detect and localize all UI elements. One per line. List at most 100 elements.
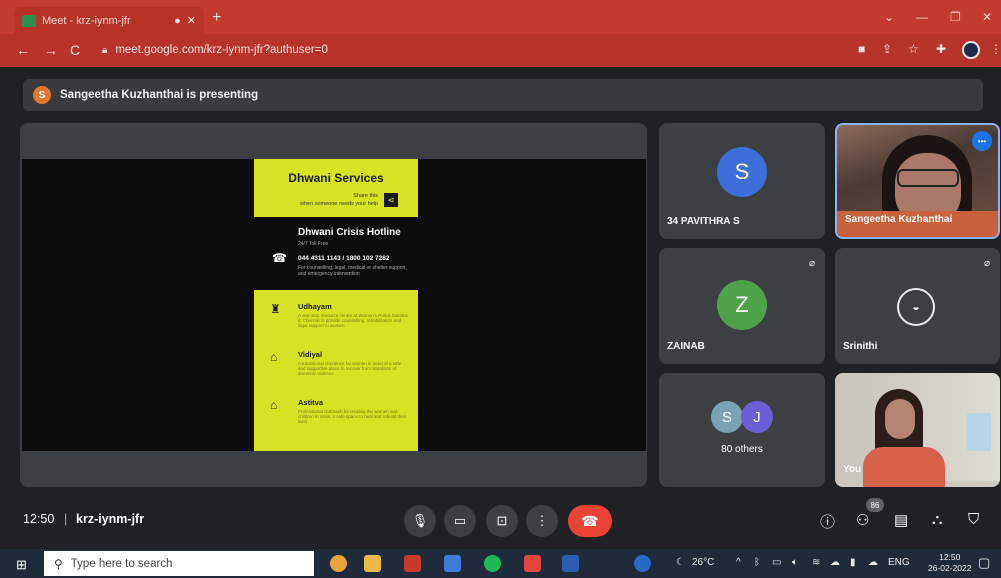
onedrive-icon[interactable]: ☁ [868, 557, 878, 568]
close-window-icon[interactable]: ✕ [982, 10, 992, 24]
meeting-info-icon[interactable]: ⓘ [820, 511, 835, 532]
service-name: Vidiyal [298, 350, 323, 359]
participant-tile[interactable]: ⌀ Z ZAINAB [659, 248, 825, 364]
meeting-time: 12:50 [23, 512, 55, 526]
weather-icon[interactable]: ☾ [676, 557, 685, 568]
others-avatar: J [741, 401, 773, 433]
police-officer-icon: ♜ [270, 302, 281, 316]
hotline-desc: For counselling, legal, medical or shelt… [298, 265, 407, 277]
service-desc: A one-stop resource centre at Women's Po… [298, 313, 408, 328]
others-count: 80 others [721, 444, 763, 455]
battery-icon[interactable]: ▭ [772, 557, 781, 568]
browser-toolbar: ← → C 🔒︎ meet.google.com/krz-iynm-jfr?au… [0, 34, 1001, 67]
meet-favicon-icon [22, 14, 36, 27]
more-options-button[interactable]: ⋮ [526, 505, 558, 537]
word-icon[interactable] [562, 555, 579, 572]
meeting-controls: 12:50 | krz-iynm-jfr 🎙︎ ▭ ⊡ ⋮ ☎ ⓘ 86 ⚇ ▤… [0, 495, 1001, 549]
spotify-icon[interactable] [484, 555, 501, 572]
back-arrow-icon[interactable]: ← [16, 42, 30, 58]
file-explorer-icon[interactable] [364, 555, 381, 572]
home-icon: ⌂ [270, 350, 278, 364]
reload-icon[interactable]: C [70, 42, 80, 58]
app-icon[interactable] [444, 555, 461, 572]
share-icon[interactable]: ⇪ [882, 42, 892, 56]
others-avatar: S [711, 401, 743, 433]
forward-arrow-icon[interactable]: → [44, 42, 58, 58]
presentation-stage[interactable]: Dhwani Services Share this when someone … [20, 123, 647, 487]
host-controls-icon[interactable]: ⛉ [968, 511, 979, 528]
windows-start-icon[interactable]: ⊞ [16, 557, 27, 573]
system-clock[interactable]: 12:50 26-02-2022 [928, 552, 971, 574]
maximize-icon[interactable]: ❐ [950, 10, 961, 24]
participant-avatar: Z [717, 280, 767, 330]
participant-tile[interactable]: ⌀ ◒ Srinithi [835, 248, 1000, 364]
leave-call-button[interactable]: ☎ [568, 505, 612, 537]
extensions-puzzle-icon[interactable]: ✚ [936, 42, 946, 56]
more-menu-icon[interactable]: ⋮ [990, 42, 1001, 56]
poster-title: Dhwani Services [288, 171, 384, 185]
video-feed-face [885, 399, 915, 439]
notification-icon[interactable]: ▢ [978, 555, 990, 571]
new-tab-button[interactable]: + [212, 9, 221, 27]
poster-header-line1: Share this [353, 193, 378, 199]
people-icon[interactable]: ⚇ [856, 511, 869, 529]
profile-avatar[interactable] [962, 41, 980, 59]
meeting-code: krz-iynm-jfr [76, 512, 145, 526]
help-icon[interactable] [634, 555, 651, 572]
camera-icon: ▭ [453, 513, 467, 528]
browser-tab-meet[interactable]: Meet - krz-iynm-jfr ● ✕ [14, 7, 204, 34]
tab-close-icon[interactable]: ✕ [187, 14, 196, 27]
participant-name: 34 PAVITHRA S [667, 216, 740, 227]
chrome-app-icon[interactable] [330, 555, 347, 572]
screen: Meet - krz-iynm-jfr ● ✕ + ⌄ — ❐ ✕ ← → C … [0, 0, 1001, 578]
mic-tray-icon[interactable]: ▮ [850, 557, 856, 568]
language-indicator[interactable]: ENG [888, 557, 910, 568]
phone-icon: ☎ [272, 251, 287, 265]
url-text: meet.google.com/krz-iynm-jfr?authuser=0 [115, 44, 328, 56]
participant-name: ZAINAB [667, 341, 705, 352]
video-feed-object [967, 413, 991, 451]
participant-name: Srinithi [843, 341, 878, 352]
participant-name: Sangeetha Kuzhanthai [845, 214, 953, 225]
presenter-avatar: S [33, 86, 51, 104]
cloud-icon[interactable]: ☁ [830, 557, 840, 568]
volume-icon[interactable]: 🔈︎ [792, 557, 798, 568]
bookmark-star-icon[interactable]: ☆ [908, 42, 919, 56]
presenting-text: Sangeetha Kuzhanthai is presenting [60, 89, 259, 101]
taskbar-search[interactable]: ⚲ Type here to search [44, 551, 314, 576]
activities-icon[interactable]: ⛬ [932, 511, 943, 528]
self-name: You [843, 464, 862, 475]
presenting-banner: S Sangeetha Kuzhanthai is presenting [23, 79, 983, 111]
poster-hotline: Dhwani Crisis Hotline 24/7 Toll Free ☎ 0… [254, 217, 418, 290]
participant-tile-video[interactable]: ••• Sangeetha Kuzhanthai [835, 123, 1000, 239]
mic-muted-icon: ⌀ [983, 258, 990, 269]
poster-header: Dhwani Services Share this when someone … [254, 159, 418, 217]
app-icon[interactable] [404, 555, 421, 572]
browser-tab-bar: Meet - krz-iynm-jfr ● ✕ + ⌄ — ❐ ✕ [0, 0, 1001, 34]
self-view-tile[interactable]: You [835, 373, 1000, 487]
share-icon: ⋖ [384, 193, 398, 207]
speaker-icon[interactable]: ● [174, 15, 181, 27]
microphone-button[interactable]: 🎙︎ [404, 505, 436, 537]
network-icon[interactable]: ≋ [812, 557, 820, 568]
tab-search-icon[interactable]: ⌄ [884, 10, 894, 24]
participant-tile[interactable]: S 34 PAVITHRA S [659, 123, 825, 239]
hotline-title: Dhwani Crisis Hotline [298, 227, 401, 238]
weather-temp[interactable]: 26°C [692, 557, 714, 568]
bluetooth-icon[interactable]: ᛒ [754, 557, 760, 568]
others-tile[interactable]: S J 80 others [659, 373, 825, 487]
mic-muted-icon: ⌀ [808, 258, 815, 269]
camera-button[interactable]: ▭ [444, 505, 476, 537]
camera-in-use-icon[interactable]: ■ [858, 42, 865, 56]
service-desc: Professional Outreach for Healing the wo… [298, 409, 407, 424]
minimize-icon[interactable]: — [916, 10, 928, 24]
present-button[interactable]: ⊡ [486, 505, 518, 537]
tab-title: Meet - krz-iynm-jfr [42, 14, 131, 27]
poster-header-line2: when someone needs your help [300, 201, 378, 207]
show-hidden-icons[interactable]: ^ [736, 557, 741, 568]
chrome-active-icon[interactable] [524, 555, 541, 572]
address-bar[interactable]: 🔒︎ meet.google.com/krz-iynm-jfr?authuser… [92, 39, 848, 61]
participant-count-badge: 86 [866, 498, 884, 512]
chat-icon[interactable]: ▤ [894, 511, 908, 529]
participant-avatar-image: ◒ [897, 288, 935, 326]
